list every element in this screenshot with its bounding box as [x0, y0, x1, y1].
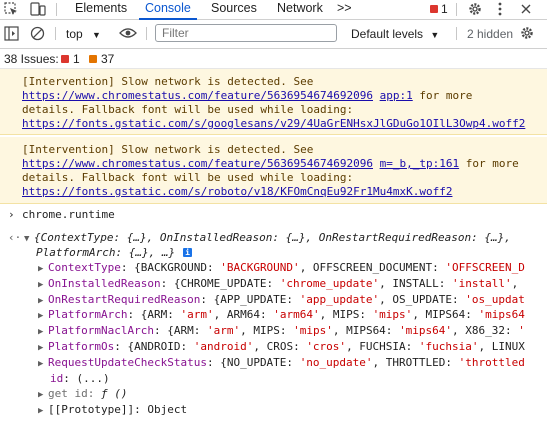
font-url-link[interactable]: https://fonts.gstatic.com/s/googlesans/v… [22, 117, 525, 130]
property-row[interactable]: ▶ RequestUpdateCheckStatus: {NO_UPDATE: '… [0, 355, 547, 371]
property-key: ContextType [48, 261, 121, 274]
console-warning-message: [Intervention] Slow network is detected.… [0, 137, 547, 204]
tab-sources[interactable]: Sources [211, 0, 257, 19]
object-summary-cont: PlatformArch: {…}, …} [36, 246, 176, 259]
more-options-icon[interactable] [498, 1, 502, 17]
expand-triangle-icon[interactable]: ▶ [38, 356, 48, 372]
tab-network[interactable]: Network [277, 0, 323, 19]
console-settings-gear-icon[interactable] [520, 26, 534, 43]
issues-error-count: 1 [73, 52, 80, 66]
message-text: [Intervention] Slow network is detected.… [22, 75, 314, 88]
prototype-label: [[Prototype]]: Object [48, 403, 188, 416]
console-input-line[interactable]: › chrome.runtime [0, 207, 547, 223]
divider [56, 3, 57, 16]
property-key: OnRestartRequiredReason [48, 292, 201, 306]
settings-gear-icon[interactable] [468, 1, 482, 17]
property-row[interactable]: ▶ PlatformNaclArch: {ARM: 'arm', MIPS: 'm… [0, 323, 547, 339]
expand-triangle-icon[interactable]: ▶ [38, 277, 48, 293]
property-row[interactable]: ▶ PlatformOs: {ANDROID: 'android', CROS: … [0, 339, 547, 355]
dropdown-caret-icon: ▼ [430, 30, 440, 40]
property-row[interactable]: ▶ get id: ƒ () [0, 386, 547, 402]
expand-triangle-icon[interactable]: ▶ [38, 308, 48, 324]
error-icon [61, 55, 69, 63]
property-value: {BACKGROUND: 'BACKGROUND', OFFSCREEN_DOC… [134, 261, 525, 274]
inspect-element-icon[interactable] [4, 1, 18, 17]
property-value: {CHROME_UPDATE: 'chrome_update', INSTALL… [173, 276, 519, 290]
context-value: top [66, 27, 83, 41]
property-row[interactable]: ▶ OnInstalledReason: {CHROME_UPDATE: 'chr… [0, 276, 547, 292]
property-value: {APP_UPDATE: 'app_update', OS_UPDATE: 'o… [213, 292, 525, 306]
divider [456, 3, 457, 16]
clear-console-icon[interactable] [30, 26, 45, 44]
property-row[interactable]: id: (...) [0, 371, 547, 387]
log-levels-dropdown[interactable]: Default levels ▼ [351, 27, 439, 41]
error-count[interactable]: 1 [441, 2, 448, 16]
property-key: PlatformOs [48, 340, 115, 353]
issues-label: 38 Issues: [4, 52, 59, 66]
tab-elements[interactable]: Elements [75, 0, 127, 19]
divider [456, 27, 457, 40]
filter-input[interactable] [155, 24, 337, 42]
expand-triangle-icon[interactable]: ▶ [38, 261, 48, 277]
issues-warning-count: 37 [101, 52, 115, 66]
device-toolbar-icon[interactable] [30, 1, 46, 17]
property-key: RequestUpdateCheckStatus [48, 355, 207, 369]
property-row[interactable]: ▶ ContextType: {BACKGROUND: 'BACKGROUND',… [0, 260, 547, 276]
expand-triangle-icon[interactable]: ▶ [38, 403, 48, 419]
message-text: [Intervention] Slow network is detected.… [22, 143, 314, 156]
property-value: {NO_UPDATE: 'no_update', THROTTLED: 'thr… [220, 355, 525, 369]
result-prompt-icon: ‹· [8, 231, 22, 244]
property-row[interactable]: ▶ PlatformArch: {ARM: 'arm', ARM64: 'arm6… [0, 307, 547, 323]
warning-icon [89, 55, 97, 63]
info-icon[interactable]: i [183, 248, 192, 257]
expand-triangle-icon[interactable]: ▶ [38, 293, 48, 309]
input-prompt-icon: › [8, 208, 15, 221]
property-row[interactable]: ▶ [[Prototype]]: Object [0, 402, 547, 418]
issues-bar[interactable]: 38 Issues: 1 37 [0, 49, 547, 69]
error-icon[interactable] [430, 5, 438, 13]
divider [55, 27, 56, 40]
divider [146, 27, 147, 40]
expand-triangle-icon[interactable]: ▶ [38, 324, 48, 340]
property-key: PlatformArch [48, 308, 128, 322]
input-expression: chrome.runtime [22, 208, 115, 221]
close-icon[interactable] [520, 1, 532, 17]
sidebar-toggle-icon[interactable] [4, 26, 19, 44]
object-summary: {ContextType: {…}, OnInstalledReason: {…… [34, 231, 511, 244]
live-expression-eye-icon[interactable] [119, 27, 137, 42]
property-key: OnInstalledReason [48, 276, 161, 290]
source-location-link[interactable]: m=_b,_tp:161 [380, 157, 459, 170]
property-value: {ARM: 'arm', ARM64: 'arm64', MIPS: 'mips… [140, 308, 525, 322]
log-levels-label: Default levels [351, 27, 424, 41]
console-result-line-2: PlatformArch: {…}, …} i [0, 245, 547, 261]
property-value: {ARM: 'arm', MIPS: 'mips', MIPS64: 'mips… [167, 324, 525, 338]
chromestatus-link[interactable]: https://www.chromestatus.com/feature/563… [22, 157, 373, 170]
more-tabs-button[interactable]: >> [337, 0, 352, 19]
dropdown-caret-icon: ▼ [92, 30, 101, 40]
expand-triangle-icon[interactable]: ▶ [38, 340, 48, 356]
property-row[interactable]: ▶ OnRestartRequiredReason: {APP_UPDATE: '… [0, 292, 547, 308]
hidden-messages-count: 2 hidden [467, 27, 514, 41]
property-value: {ANDROID: 'android', CROS: 'cros', FUCHS… [127, 340, 525, 353]
console-toolbar: top ▼ Default levels ▼ 2 hidden [0, 20, 547, 49]
console-warning-message: [Intervention] Slow network is detected.… [0, 69, 547, 135]
console-result-line[interactable]: ‹· ▼ {ContextType: {…}, OnInstalledReason… [0, 230, 547, 246]
devtools-tab-bar: Elements Console Sources Network >> 1 [0, 0, 547, 20]
tab-console[interactable]: Console [139, 0, 197, 20]
font-url-link[interactable]: https://fonts.gstatic.com/s/roboto/v18/K… [22, 185, 452, 198]
expand-triangle-icon[interactable]: ▶ [38, 387, 48, 403]
property-key: PlatformNaclArch [48, 324, 154, 338]
getter-function: ƒ () [100, 387, 128, 400]
property-id: id: (...) [50, 372, 110, 385]
getter-label: get id: [48, 387, 101, 400]
source-location-link[interactable]: app:1 [380, 89, 413, 102]
chromestatus-link[interactable]: https://www.chromestatus.com/feature/563… [22, 89, 373, 102]
context-selector[interactable]: top ▼ [66, 27, 101, 41]
